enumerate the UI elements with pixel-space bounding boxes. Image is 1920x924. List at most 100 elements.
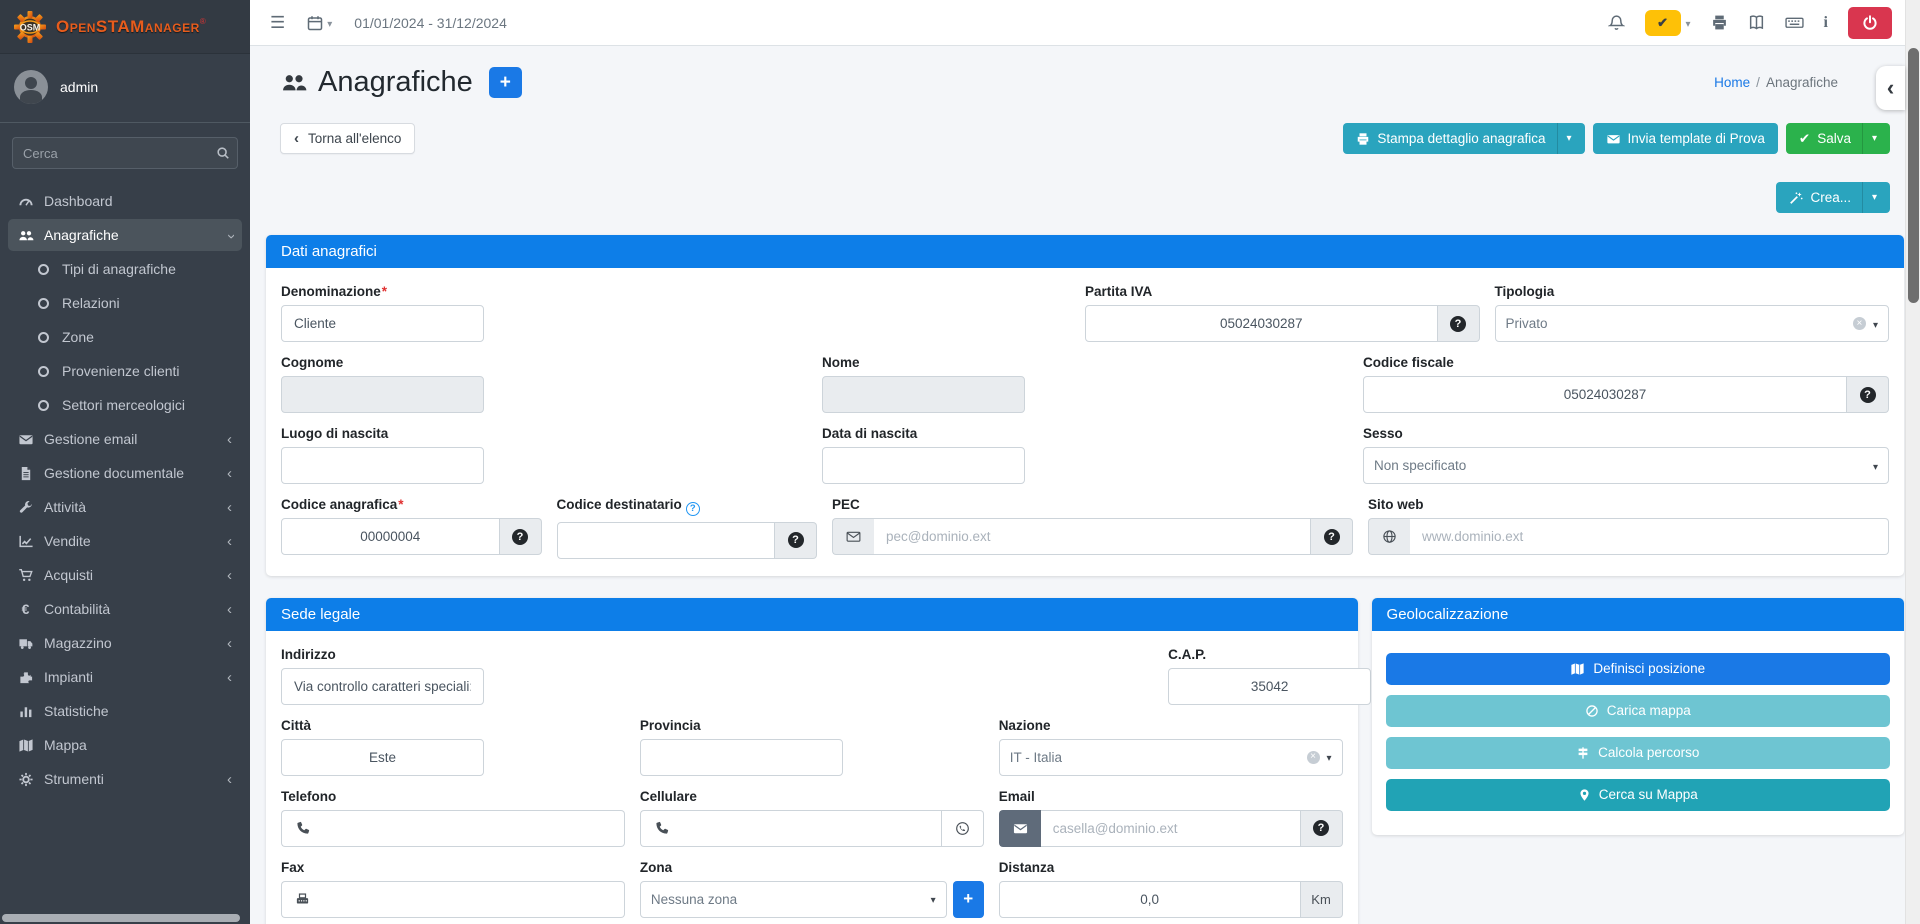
field-cellulare: Cellulare bbox=[640, 789, 984, 847]
load-map-button[interactable]: Carica mappa bbox=[1386, 695, 1890, 727]
telefono-input[interactable] bbox=[323, 810, 625, 847]
sidebar-item-relazioni[interactable]: Relazioni bbox=[8, 287, 242, 319]
codice-fiscale-check-addon[interactable] bbox=[1847, 376, 1889, 413]
save-button[interactable]: ✔ Salva bbox=[1786, 123, 1890, 154]
email-input[interactable] bbox=[1041, 810, 1301, 847]
sidebar-item-gestione-documentale[interactable]: Gestione documentale bbox=[8, 457, 242, 489]
user-panel[interactable]: admin bbox=[0, 54, 250, 123]
field-data-di-nascita: Data di nascita bbox=[822, 426, 1348, 484]
sesso-select[interactable]: Non specificato bbox=[1363, 447, 1889, 484]
field-sesso: Sesso Non specificato bbox=[1363, 426, 1889, 484]
pec-input[interactable] bbox=[874, 518, 1311, 555]
sidebar-item-tipi-di-anagrafiche[interactable]: Tipi di anagrafiche bbox=[8, 253, 242, 285]
data-nascita-input[interactable] bbox=[822, 447, 1025, 484]
field-codice-anagrafica: Codice anagrafica bbox=[281, 497, 542, 559]
wrench-icon bbox=[16, 500, 35, 515]
create-button[interactable]: Crea... bbox=[1776, 182, 1890, 213]
chevron-down-icon bbox=[223, 232, 238, 239]
tipologia-select[interactable]: Privato bbox=[1495, 305, 1890, 342]
codice-fiscale-input[interactable] bbox=[1363, 376, 1847, 413]
logout-button[interactable] bbox=[1848, 7, 1892, 39]
search-on-map-button[interactable]: Cerca su Mappa bbox=[1386, 779, 1890, 811]
sidebar-item-attivita[interactable]: Attività bbox=[8, 491, 242, 523]
distanza-input[interactable] bbox=[999, 881, 1301, 918]
sidebar-item-statistiche[interactable]: Statistiche bbox=[8, 695, 242, 727]
codice-anagrafica-input[interactable] bbox=[281, 518, 500, 555]
date-range[interactable]: 01/01/2024 - 31/12/2024 bbox=[354, 15, 507, 31]
caret-down-icon[interactable] bbox=[1686, 14, 1691, 32]
sidebar-horizontal-scrollbar[interactable] bbox=[2, 914, 240, 922]
clear-icon[interactable] bbox=[1853, 317, 1866, 330]
codice-destinatario-check-addon[interactable] bbox=[775, 522, 817, 559]
card-geolocalizzazione: Geolocalizzazione Definisci posizione Ca… bbox=[1372, 598, 1904, 835]
define-position-button[interactable]: Definisci posizione bbox=[1386, 653, 1890, 685]
clear-icon[interactable] bbox=[1307, 751, 1320, 764]
codice-destinatario-input[interactable] bbox=[557, 522, 776, 559]
keyboard-icon[interactable] bbox=[1785, 14, 1804, 31]
codice-anagrafica-check-addon[interactable] bbox=[500, 518, 542, 555]
cellulare-input[interactable] bbox=[682, 810, 942, 847]
cap-input[interactable] bbox=[1168, 668, 1371, 705]
panel-collapse-tab[interactable] bbox=[1876, 66, 1905, 110]
envelope-icon bbox=[832, 518, 874, 555]
menu-icon[interactable] bbox=[270, 13, 285, 33]
sito-web-input[interactable] bbox=[1410, 518, 1889, 555]
provincia-input[interactable] bbox=[640, 739, 843, 776]
circle-o-icon bbox=[34, 332, 53, 343]
power-icon bbox=[1862, 15, 1878, 31]
sidebar-item-mappa[interactable]: Mappa bbox=[8, 729, 242, 761]
envelope-icon bbox=[999, 810, 1041, 847]
email-check-addon[interactable] bbox=[1301, 810, 1343, 847]
calendar-picker[interactable] bbox=[307, 14, 332, 32]
sidebar-item-magazzino[interactable]: Magazzino bbox=[8, 627, 242, 659]
sidebar-item-anagrafiche[interactable]: Anagrafiche bbox=[8, 219, 242, 251]
send-template-button[interactable]: Invia template di Prova bbox=[1593, 123, 1778, 154]
sidebar-item-provenienze-clienti[interactable]: Provenienze clienti bbox=[8, 355, 242, 387]
brand[interactable]: OSM OpenSTAManager bbox=[0, 0, 250, 54]
vertical-scrollbar[interactable] bbox=[1905, 0, 1920, 924]
sidebar-item-contabilita[interactable]: Contabilità bbox=[8, 593, 242, 625]
search-button[interactable] bbox=[209, 137, 238, 169]
sidebar-item-gestione-email[interactable]: Gestione email bbox=[8, 423, 242, 455]
sidebar-item-impianti[interactable]: Impianti bbox=[8, 661, 242, 693]
question-circle-icon bbox=[1450, 316, 1466, 332]
save-dropdown-caret[interactable] bbox=[1862, 123, 1877, 154]
partita-iva-input[interactable] bbox=[1085, 305, 1438, 342]
card-dati-anagrafici: Dati anagrafici Denominazione Partita IV… bbox=[266, 235, 1904, 576]
card-sede-legale: Sede legale Indirizzo C.A.P. bbox=[266, 598, 1358, 924]
bell-icon[interactable] bbox=[1608, 14, 1625, 31]
printer-icon[interactable] bbox=[1711, 14, 1728, 31]
sidebar-item-settori-merceologici[interactable]: Settori merceologici bbox=[8, 389, 242, 421]
help-icon[interactable] bbox=[686, 502, 700, 516]
book-icon[interactable] bbox=[1748, 14, 1765, 31]
add-record-button[interactable] bbox=[489, 67, 522, 98]
info-icon[interactable] bbox=[1824, 14, 1828, 32]
tasks-check-button[interactable] bbox=[1645, 10, 1681, 36]
distanza-unit: Km bbox=[1301, 881, 1343, 918]
back-to-list-button[interactable]: Torna all'elenco bbox=[280, 123, 415, 154]
caret-down-icon bbox=[1873, 315, 1878, 333]
luogo-nascita-input[interactable] bbox=[281, 447, 484, 484]
nazione-select[interactable]: IT - Italia bbox=[999, 739, 1343, 776]
breadcrumb-home-link[interactable]: Home bbox=[1714, 75, 1750, 90]
sidebar-item-vendite[interactable]: Vendite bbox=[8, 525, 242, 557]
fax-input[interactable] bbox=[323, 881, 625, 918]
scrollbar-thumb[interactable] bbox=[1908, 48, 1919, 303]
partita-iva-check-addon[interactable] bbox=[1438, 305, 1480, 342]
print-detail-button[interactable]: Stampa dettaglio anagrafica bbox=[1343, 123, 1584, 154]
create-dropdown-caret[interactable] bbox=[1862, 182, 1877, 213]
calc-route-button[interactable]: Calcola percorso bbox=[1386, 737, 1890, 769]
print-dropdown-caret[interactable] bbox=[1557, 123, 1572, 154]
indirizzo-input[interactable] bbox=[281, 668, 484, 705]
add-zona-button[interactable] bbox=[953, 881, 984, 918]
citta-input[interactable] bbox=[281, 739, 484, 776]
sidebar-item-dashboard[interactable]: Dashboard bbox=[8, 185, 242, 217]
sidebar-item-zone[interactable]: Zone bbox=[8, 321, 242, 353]
sidebar-item-acquisti[interactable]: Acquisti bbox=[8, 559, 242, 591]
search-input[interactable] bbox=[12, 137, 209, 169]
denominazione-input[interactable] bbox=[281, 305, 484, 342]
sidebar-item-strumenti[interactable]: Strumenti bbox=[8, 763, 242, 795]
whatsapp-icon[interactable] bbox=[942, 810, 984, 847]
zona-select[interactable]: Nessuna zona bbox=[640, 881, 947, 918]
pec-check-addon[interactable] bbox=[1311, 518, 1353, 555]
